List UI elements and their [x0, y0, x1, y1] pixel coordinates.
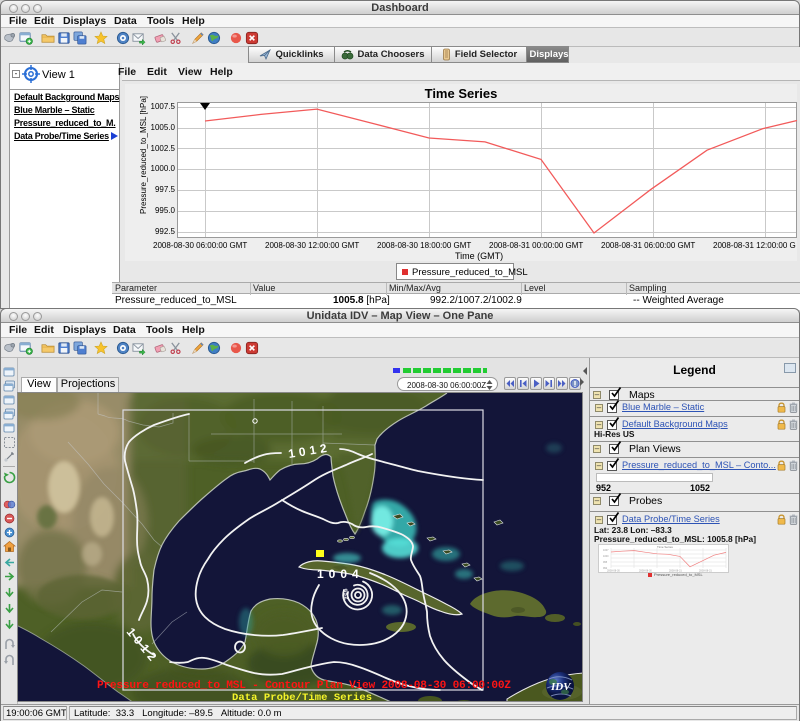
svg-text:IDV: IDV: [550, 681, 572, 693]
svg-text:Pressure_reduced_to_MSL - Cont: Pressure_reduced_to_MSL - Contour Plan V…: [97, 680, 511, 692]
svg-text:1000: 1000: [603, 555, 609, 558]
svg-text:1004: 1004: [317, 567, 364, 581]
svg-text:995: 995: [603, 561, 608, 564]
svg-text:1007: 1007: [603, 549, 609, 552]
svg-text:Data Probe/Time Series: Data Probe/Time Series: [232, 692, 372, 702]
svg-text:2008-08-30: 2008-08-30: [607, 570, 620, 573]
svg-text:Time Series: Time Series: [657, 545, 673, 549]
